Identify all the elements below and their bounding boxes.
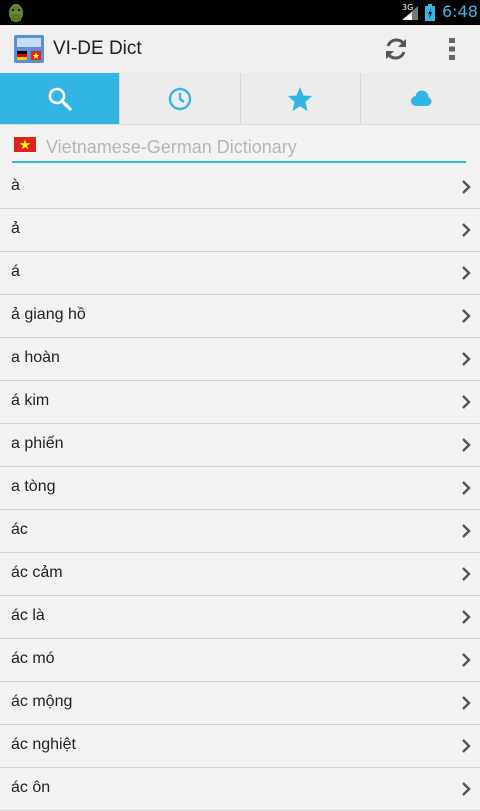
list-item-label: ả giang hồ: [11, 306, 86, 323]
list-item[interactable]: ác nghiệt: [0, 725, 480, 768]
chevron-right-icon: [462, 309, 471, 323]
app-logo-icon: [14, 35, 44, 63]
chevron-right-icon: [462, 395, 471, 409]
clock-time: 6:48: [442, 2, 478, 21]
star-icon: [288, 86, 313, 111]
chevron-right-icon: [462, 266, 471, 280]
chevron-right-icon: [462, 524, 471, 538]
search-bar: [12, 133, 466, 163]
chevron-right-icon: [462, 739, 471, 753]
list-item-label: a tòng: [11, 478, 56, 495]
chevron-right-icon: [462, 223, 471, 237]
status-bar: 3G 6:48: [0, 0, 480, 25]
list-item[interactable]: a phiến: [0, 424, 480, 467]
list-item[interactable]: á kim: [0, 381, 480, 424]
signal-icon: [402, 6, 418, 20]
list-item[interactable]: ả: [0, 209, 480, 252]
tab-search[interactable]: [0, 73, 121, 124]
list-item-label: a hoàn: [11, 349, 60, 366]
list-item[interactable]: a hoàn: [0, 338, 480, 381]
vietnam-flag-icon: [14, 137, 36, 152]
chevron-right-icon: [462, 180, 471, 194]
list-item-label: á kim: [11, 392, 50, 409]
overflow-menu-icon[interactable]: [440, 35, 464, 63]
chevron-right-icon: [462, 782, 471, 796]
list-item[interactable]: ác: [0, 510, 480, 553]
list-item-label: ả: [11, 220, 20, 237]
list-item-label: ác cảm: [11, 564, 63, 581]
chevron-right-icon: [462, 438, 471, 452]
search-icon: [48, 87, 72, 111]
list-item[interactable]: ác mộng: [0, 682, 480, 725]
list-item[interactable]: ác là: [0, 596, 480, 639]
list-item[interactable]: ác cảm: [0, 553, 480, 596]
list-item-label: ác nghiệt: [11, 736, 76, 753]
list-item-label: ác là: [11, 607, 45, 624]
tab-favorites[interactable]: [241, 73, 361, 124]
search-input[interactable]: [44, 133, 458, 161]
list-item-label: a phiến: [11, 435, 64, 452]
refresh-icon[interactable]: [382, 35, 410, 63]
clock-icon: [168, 87, 192, 110]
app-title: VI-DE Dict: [53, 38, 142, 59]
list-item[interactable]: à: [0, 166, 480, 209]
tab-bar: [0, 73, 480, 125]
tab-history[interactable]: [120, 73, 241, 124]
list-item[interactable]: ác mó: [0, 639, 480, 682]
list-item[interactable]: á: [0, 252, 480, 295]
chevron-right-icon: [462, 481, 471, 495]
chevron-right-icon: [462, 653, 471, 667]
list-item-label: ác mó: [11, 650, 55, 667]
word-list: à ả á ả giang hồ a hoàn á kim a phiến a tòng ác á…: [0, 166, 480, 811]
android-notification-icon: [9, 4, 23, 22]
cloud-icon: [411, 90, 432, 106]
action-bar: VI-DE Dict: [0, 25, 480, 74]
list-item-label: ác mộng: [11, 693, 73, 710]
list-item-label: ác: [11, 521, 28, 538]
list-item[interactable]: a tòng: [0, 467, 480, 510]
chevron-right-icon: [462, 567, 471, 581]
chevron-right-icon: [462, 352, 471, 366]
list-item[interactable]: ả giang hồ: [0, 295, 480, 338]
battery-icon: [425, 4, 435, 21]
list-item-label: à: [11, 177, 20, 194]
chevron-right-icon: [462, 696, 471, 710]
list-item-label: á: [11, 263, 20, 280]
list-item[interactable]: ác ôn: [0, 768, 480, 811]
chevron-right-icon: [462, 610, 471, 624]
tab-cloud[interactable]: [361, 73, 480, 124]
list-item-label: ác ôn: [11, 779, 51, 796]
